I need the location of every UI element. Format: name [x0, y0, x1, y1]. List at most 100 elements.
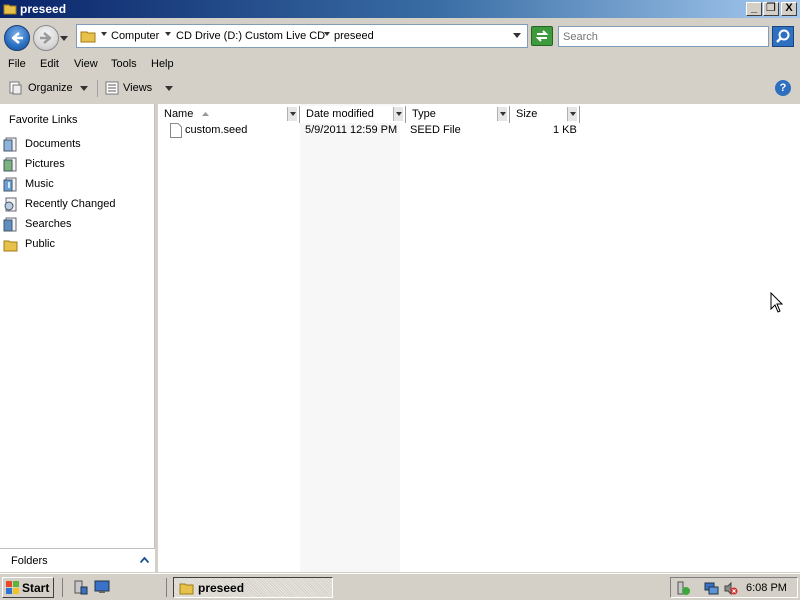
column-filter-dropdown[interactable]: [497, 107, 507, 121]
column-filter-dropdown[interactable]: [287, 107, 297, 121]
public-folder-icon: [3, 240, 18, 252]
recent-pages-dropdown-icon[interactable]: [60, 36, 68, 41]
action-center-icon[interactable]: [676, 581, 691, 596]
restore-button[interactable]: ❐: [763, 2, 779, 16]
column-header-type[interactable]: Type: [406, 106, 510, 123]
chevron-down-icon: [500, 112, 506, 116]
file-date-modified: 5/9/2011 12:59 PM: [305, 124, 398, 136]
taskbar-divider: [166, 578, 167, 597]
menu-edit[interactable]: Edit: [40, 58, 59, 70]
nav-link-documents[interactable]: Documents: [3, 136, 153, 154]
help-button[interactable]: ?: [775, 80, 791, 96]
chevron-down-icon[interactable]: [165, 32, 171, 36]
forward-arrow-icon: [40, 32, 52, 44]
chevron-up-icon: [140, 557, 149, 563]
menu-bar: File Edit View Tools Help: [0, 56, 800, 74]
refresh-button[interactable]: [531, 26, 553, 46]
title-bar[interactable]: preseed _ ❐ X: [0, 0, 800, 18]
column-filter-dropdown[interactable]: [393, 107, 403, 121]
volume-muted-icon[interactable]: [723, 581, 738, 596]
chevron-down-icon: [396, 112, 402, 116]
favorite-links-header: Favorite Links: [9, 114, 78, 126]
search-field[interactable]: [558, 26, 769, 47]
navigation-pane: Favorite Links Documents Pictures Music …: [0, 104, 155, 572]
column-header-label: Name: [164, 108, 194, 120]
column-header-name[interactable]: Name: [158, 106, 300, 123]
close-button[interactable]: X: [781, 2, 797, 16]
taskbar: Start preseed 6:08 PM: [0, 573, 800, 600]
mouse-pointer-icon: [770, 292, 784, 313]
file-icon: [170, 123, 182, 138]
file-list-pane[interactable]: Name Date modified Type Size custom.seed…: [158, 104, 800, 572]
chevron-down-icon: [570, 112, 576, 116]
column-header-date-modified[interactable]: Date modified: [300, 106, 406, 123]
search-button[interactable]: [772, 26, 794, 47]
command-bar: Organize Views ?: [0, 76, 800, 101]
sort-ascending-icon: [202, 112, 209, 116]
file-name: custom.seed: [185, 124, 248, 136]
address-bar[interactable]: Computer CD Drive (D:) Custom Live CD pr…: [76, 24, 528, 48]
refresh-icon: [535, 30, 549, 42]
network-icon[interactable]: [704, 581, 719, 596]
server-manager-icon[interactable]: [72, 580, 88, 595]
chevron-down-icon[interactable]: [101, 32, 107, 36]
organize-button[interactable]: Organize: [28, 82, 73, 94]
nav-link-label: Searches: [25, 218, 72, 230]
nav-link-public[interactable]: Public: [3, 236, 153, 254]
chevron-down-icon: [290, 112, 296, 116]
music-icon: [3, 177, 17, 192]
recently-changed-icon: [4, 197, 17, 212]
start-button[interactable]: Start: [2, 577, 54, 598]
nav-link-label: Recently Changed: [25, 198, 116, 210]
nav-link-label: Documents: [25, 138, 81, 150]
searches-icon: [3, 217, 17, 232]
clock[interactable]: 6:08 PM: [746, 582, 787, 594]
address-row: Computer CD Drive (D:) Custom Live CD pr…: [0, 20, 800, 54]
nav-link-label: Pictures: [25, 158, 65, 170]
search-input[interactable]: [559, 27, 768, 46]
folders-label: Folders: [11, 555, 48, 567]
folders-toggle[interactable]: Folders: [0, 548, 155, 572]
taskbar-divider: [62, 578, 63, 597]
column-header-label: Date modified: [306, 108, 374, 120]
breadcrumb-computer[interactable]: Computer: [111, 30, 159, 42]
chevron-down-icon[interactable]: [324, 32, 330, 36]
search-icon: [776, 29, 790, 43]
views-button[interactable]: Views: [123, 82, 152, 94]
nav-link-searches[interactable]: Searches: [3, 216, 153, 234]
window-title: preseed: [20, 2, 67, 16]
menu-view[interactable]: View: [74, 58, 98, 70]
show-desktop-icon[interactable]: [94, 580, 110, 594]
column-header-label: Type: [412, 108, 436, 120]
chevron-down-icon[interactable]: [165, 86, 173, 91]
system-tray: 6:08 PM: [670, 577, 798, 598]
column-filter-dropdown[interactable]: [567, 107, 577, 121]
folder-icon: [80, 31, 96, 43]
back-button[interactable]: [4, 25, 30, 51]
sorted-column-highlight: [300, 104, 400, 572]
views-icon: [105, 81, 119, 95]
taskbar-window-label: preseed: [198, 581, 245, 595]
minimize-button[interactable]: _: [746, 2, 762, 16]
toolbar-divider: [97, 80, 98, 97]
column-header-label: Size: [516, 108, 538, 120]
menu-file[interactable]: File: [8, 58, 26, 70]
folder-icon: [179, 583, 194, 595]
breadcrumb-cd-drive[interactable]: CD Drive (D:) Custom Live CD: [176, 30, 325, 42]
nav-link-pictures[interactable]: Pictures: [3, 156, 153, 174]
breadcrumb-preseed[interactable]: preseed: [334, 30, 374, 42]
back-arrow-icon: [11, 32, 23, 44]
chevron-down-icon[interactable]: [80, 86, 88, 91]
menu-help[interactable]: Help: [151, 58, 174, 70]
nav-link-recently-changed[interactable]: Recently Changed: [3, 196, 153, 214]
nav-link-music[interactable]: Music: [3, 176, 153, 194]
menu-tools[interactable]: Tools: [111, 58, 137, 70]
column-header-size[interactable]: Size: [510, 106, 580, 123]
address-history-dropdown-icon[interactable]: [513, 33, 521, 38]
taskbar-window-preseed[interactable]: preseed: [173, 577, 333, 598]
start-label: Start: [22, 581, 50, 595]
windows-logo-icon: [6, 581, 19, 594]
file-row[interactable]: custom.seed 5/9/2011 12:59 PM SEED File …: [168, 122, 588, 139]
forward-button[interactable]: [33, 25, 59, 51]
file-size: 1 KB: [553, 124, 577, 136]
